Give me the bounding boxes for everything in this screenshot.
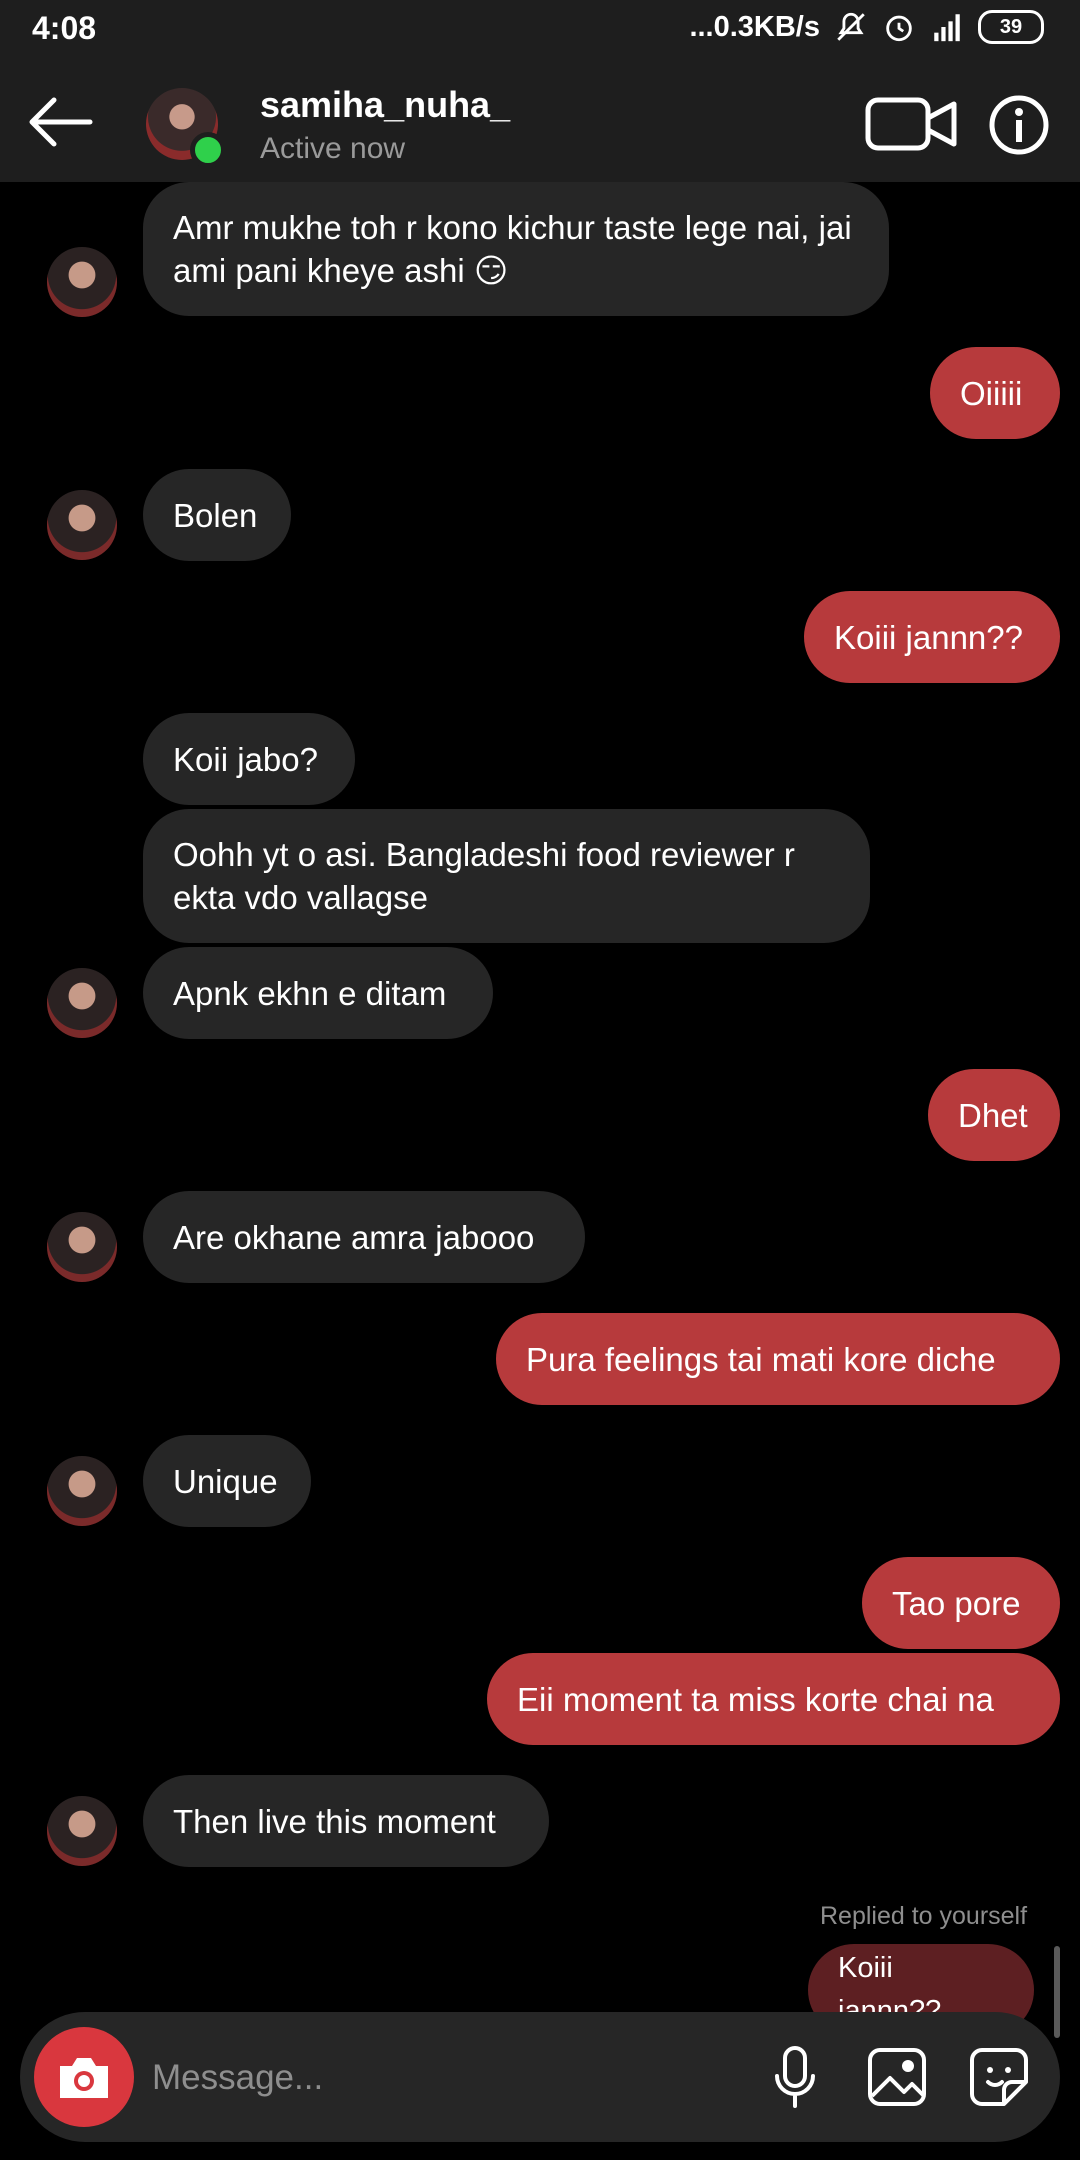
message-outgoing[interactable]: Pura feelings tai mati kore diche: [496, 1313, 1060, 1405]
sender-avatar[interactable]: [47, 490, 117, 560]
contact-status: Active now: [260, 132, 406, 165]
sender-avatar[interactable]: [47, 247, 117, 317]
online-indicator: [190, 132, 226, 168]
status-icons: ...0.3KB/s 39: [689, 10, 1044, 44]
message-composer: [20, 2012, 1060, 2142]
message-outgoing[interactable]: Tao pore: [862, 1557, 1060, 1649]
sender-avatar[interactable]: [47, 1456, 117, 1526]
status-time: 4:08: [32, 10, 97, 46]
message-incoming[interactable]: Koii jabo?: [143, 713, 355, 805]
back-arrow-icon[interactable]: [24, 90, 96, 154]
status-bar: 4:08 ...0.3KB/s 39: [0, 0, 1080, 62]
camera-icon: [60, 2058, 108, 2098]
message-incoming[interactable]: Unique: [143, 1435, 311, 1527]
chat-header: samiha_nuha_ Active now: [0, 62, 1080, 182]
alarm-icon: [886, 15, 912, 42]
network-speed: ...0.3KB/s: [689, 10, 820, 43]
sticker-icon[interactable]: [964, 2042, 1034, 2112]
camera-button[interactable]: [34, 2027, 134, 2127]
message-incoming[interactable]: Bolen: [143, 469, 291, 561]
message-outgoing[interactable]: Oiiiii: [930, 347, 1060, 439]
mute-icon: [837, 12, 865, 41]
message-input[interactable]: [150, 2042, 714, 2114]
battery-icon: 39: [978, 10, 1044, 44]
sender-avatar[interactable]: [47, 1212, 117, 1282]
message-outgoing[interactable]: Koiii jannn??: [804, 591, 1060, 683]
message-incoming[interactable]: Apnk ekhn e ditam: [143, 947, 493, 1039]
message-incoming[interactable]: Amr mukhe toh r kono kichur taste lege n…: [143, 182, 889, 316]
signal-icon: [934, 14, 960, 42]
message-outgoing[interactable]: Eii moment ta miss korte chai na: [487, 1653, 1060, 1745]
contact-username[interactable]: samiha_nuha_: [260, 84, 510, 126]
scrollbar[interactable]: [1054, 1946, 1060, 2038]
message-incoming[interactable]: Oohh yt o asi. Bangladeshi food reviewer…: [143, 809, 870, 943]
video-call-icon[interactable]: [862, 94, 962, 154]
sender-avatar[interactable]: [47, 1796, 117, 1866]
message-incoming[interactable]: Then live this moment: [143, 1775, 549, 1867]
microphone-icon[interactable]: [760, 2042, 830, 2112]
info-icon[interactable]: [988, 94, 1050, 156]
gallery-icon[interactable]: [862, 2042, 932, 2112]
message-outgoing[interactable]: Dhet: [928, 1069, 1060, 1161]
sender-avatar[interactable]: [47, 968, 117, 1038]
reply-note: Replied to yourself: [820, 1902, 1028, 1930]
message-incoming[interactable]: Are okhane amra jabooo: [143, 1191, 585, 1283]
